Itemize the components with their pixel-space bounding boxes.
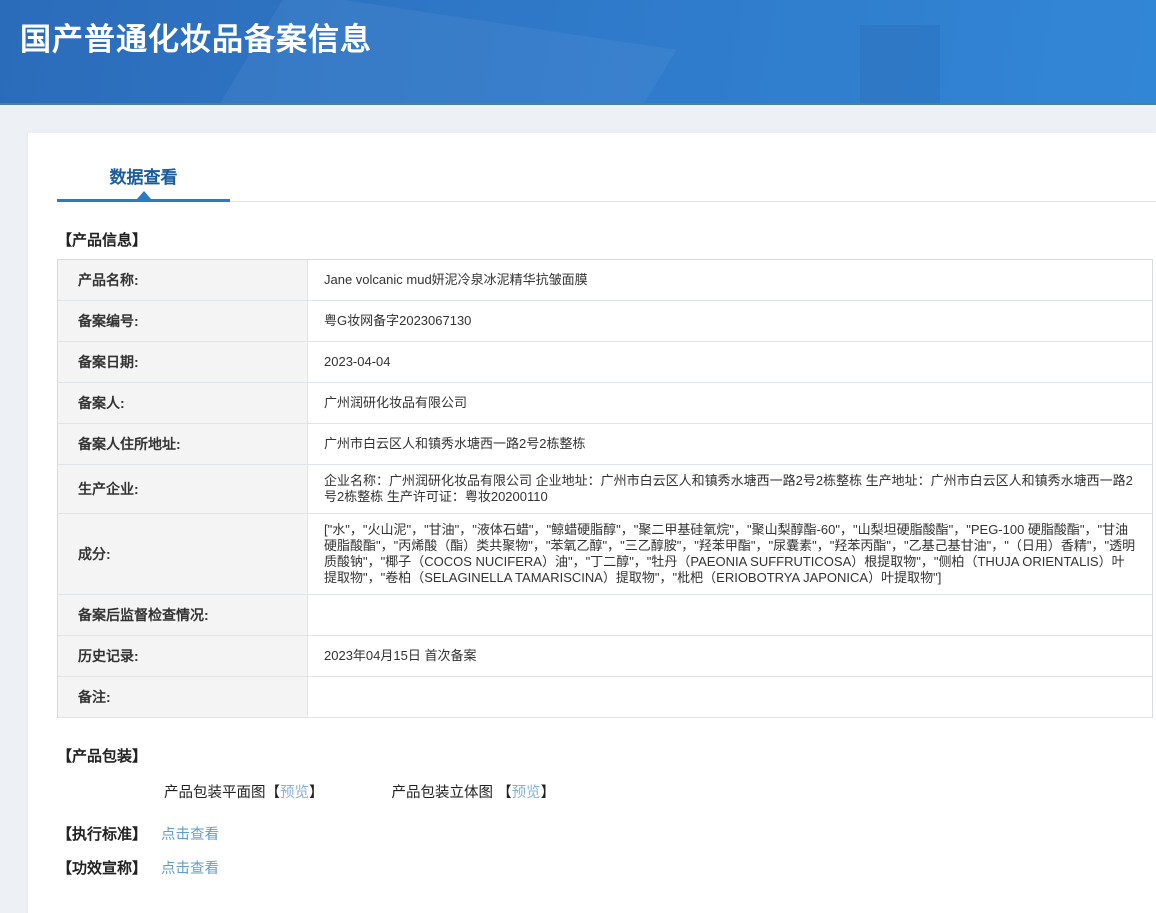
row-label: 产品名称: xyxy=(58,260,308,300)
row-value: 2023-04-04 xyxy=(308,342,1152,382)
table-row-supervision-status: 备案后监督检查情况: xyxy=(58,595,1152,636)
tab-data-view[interactable]: 数据查看 xyxy=(57,157,230,202)
execution-standard-title: 【执行标准】 xyxy=(57,823,147,844)
packaging-flat-label: 产品包装平面图 xyxy=(164,785,266,801)
table-row-registration-date: 备案日期: 2023-04-04 xyxy=(58,342,1152,383)
bracket-close: 】 xyxy=(309,785,324,801)
row-label: 历史记录: xyxy=(58,636,308,676)
tab-bar: 数据查看 xyxy=(57,133,1156,202)
table-row-remarks: 备注: xyxy=(58,677,1152,718)
row-label: 备案日期: xyxy=(58,342,308,382)
bracket-close: 】 xyxy=(541,785,556,801)
efficacy-claim-title: 【功效宣称】 xyxy=(57,857,147,878)
table-row-ingredients: 成分: ["水"，"火山泥"，"甘油"，"液体石蜡"，"鲸蜡硬脂醇"，"聚二甲基… xyxy=(58,514,1152,595)
table-row-registrant: 备案人: 广州润研化妆品有限公司 xyxy=(58,383,1152,424)
packaging-previews-row: 产品包装平面图【预览】 产品包装立体图 【预览】 xyxy=(164,781,1156,802)
packaging-stereo-label: 产品包装立体图 xyxy=(392,785,494,801)
row-value: 企业名称：广州润研化妆品有限公司 企业地址：广州市白云区人和镇秀水塘西一路2号2… xyxy=(308,465,1152,513)
table-row-registrant-address: 备案人住所地址: 广州市白云区人和镇秀水塘西一路2号2栋整栋 xyxy=(58,424,1152,465)
table-row-registration-number: 备案编号: 粤G妆网备字2023067130 xyxy=(58,301,1152,342)
product-info-table: 产品名称: Jane volcanic mud妍泥冷泉冰泥精华抗皱面膜 备案编号… xyxy=(57,259,1153,718)
product-info-section-title: 【产品信息】 xyxy=(57,229,1156,250)
product-package-section-title: 【产品包装】 xyxy=(57,745,1156,766)
row-label: 备案人住所地址: xyxy=(58,424,308,464)
table-row-history: 历史记录: 2023年04月15日 首次备案 xyxy=(58,636,1152,677)
row-label: 备案编号: xyxy=(58,301,308,341)
row-value: 广州润研化妆品有限公司 xyxy=(308,383,1152,423)
content-card: 数据查看 【产品信息】 产品名称: Jane volcanic mud妍泥冷泉冰… xyxy=(28,133,1156,913)
row-value: 粤G妆网备字2023067130 xyxy=(308,301,1152,341)
execution-standard-view-link[interactable]: 点击查看 xyxy=(161,827,219,843)
efficacy-claim-row: 【功效宣称】点击查看 xyxy=(57,857,1156,878)
row-value: 2023年04月15日 首次备案 xyxy=(308,636,1152,676)
bracket-open: 【 xyxy=(497,785,512,801)
row-label: 备案人: xyxy=(58,383,308,423)
table-row-product-name: 产品名称: Jane volcanic mud妍泥冷泉冰泥精华抗皱面膜 xyxy=(58,260,1152,301)
row-label: 备注: xyxy=(58,677,308,717)
row-value xyxy=(308,677,1152,717)
execution-standard-row: 【执行标准】点击查看 xyxy=(57,823,1156,844)
packaging-flat-preview-link[interactable]: 预览 xyxy=(280,785,309,801)
row-label: 成分: xyxy=(58,514,308,594)
row-label: 生产企业: xyxy=(58,465,308,513)
row-label: 备案后监督检查情况: xyxy=(58,595,308,635)
bracket-open: 【 xyxy=(266,785,281,801)
packaging-flat-group: 产品包装平面图【预览】 xyxy=(164,781,324,802)
page-title: 国产普通化妆品备案信息 xyxy=(0,0,1156,59)
packaging-stereo-group: 产品包装立体图 【预览】 xyxy=(392,781,556,802)
row-value xyxy=(308,595,1152,635)
packaging-stereo-preview-link[interactable]: 预览 xyxy=(512,785,541,801)
row-value: ["水"，"火山泥"，"甘油"，"液体石蜡"，"鲸蜡硬脂醇"，"聚二甲基硅氧烷"… xyxy=(308,514,1152,594)
row-value: Jane volcanic mud妍泥冷泉冰泥精华抗皱面膜 xyxy=(308,260,1152,300)
table-row-manufacturer: 生产企业: 企业名称：广州润研化妆品有限公司 企业地址：广州市白云区人和镇秀水塘… xyxy=(58,465,1152,514)
efficacy-claim-view-link[interactable]: 点击查看 xyxy=(161,861,219,877)
page-header: 国产普通化妆品备案信息 xyxy=(0,0,1156,105)
row-value: 广州市白云区人和镇秀水塘西一路2号2栋整栋 xyxy=(308,424,1152,464)
